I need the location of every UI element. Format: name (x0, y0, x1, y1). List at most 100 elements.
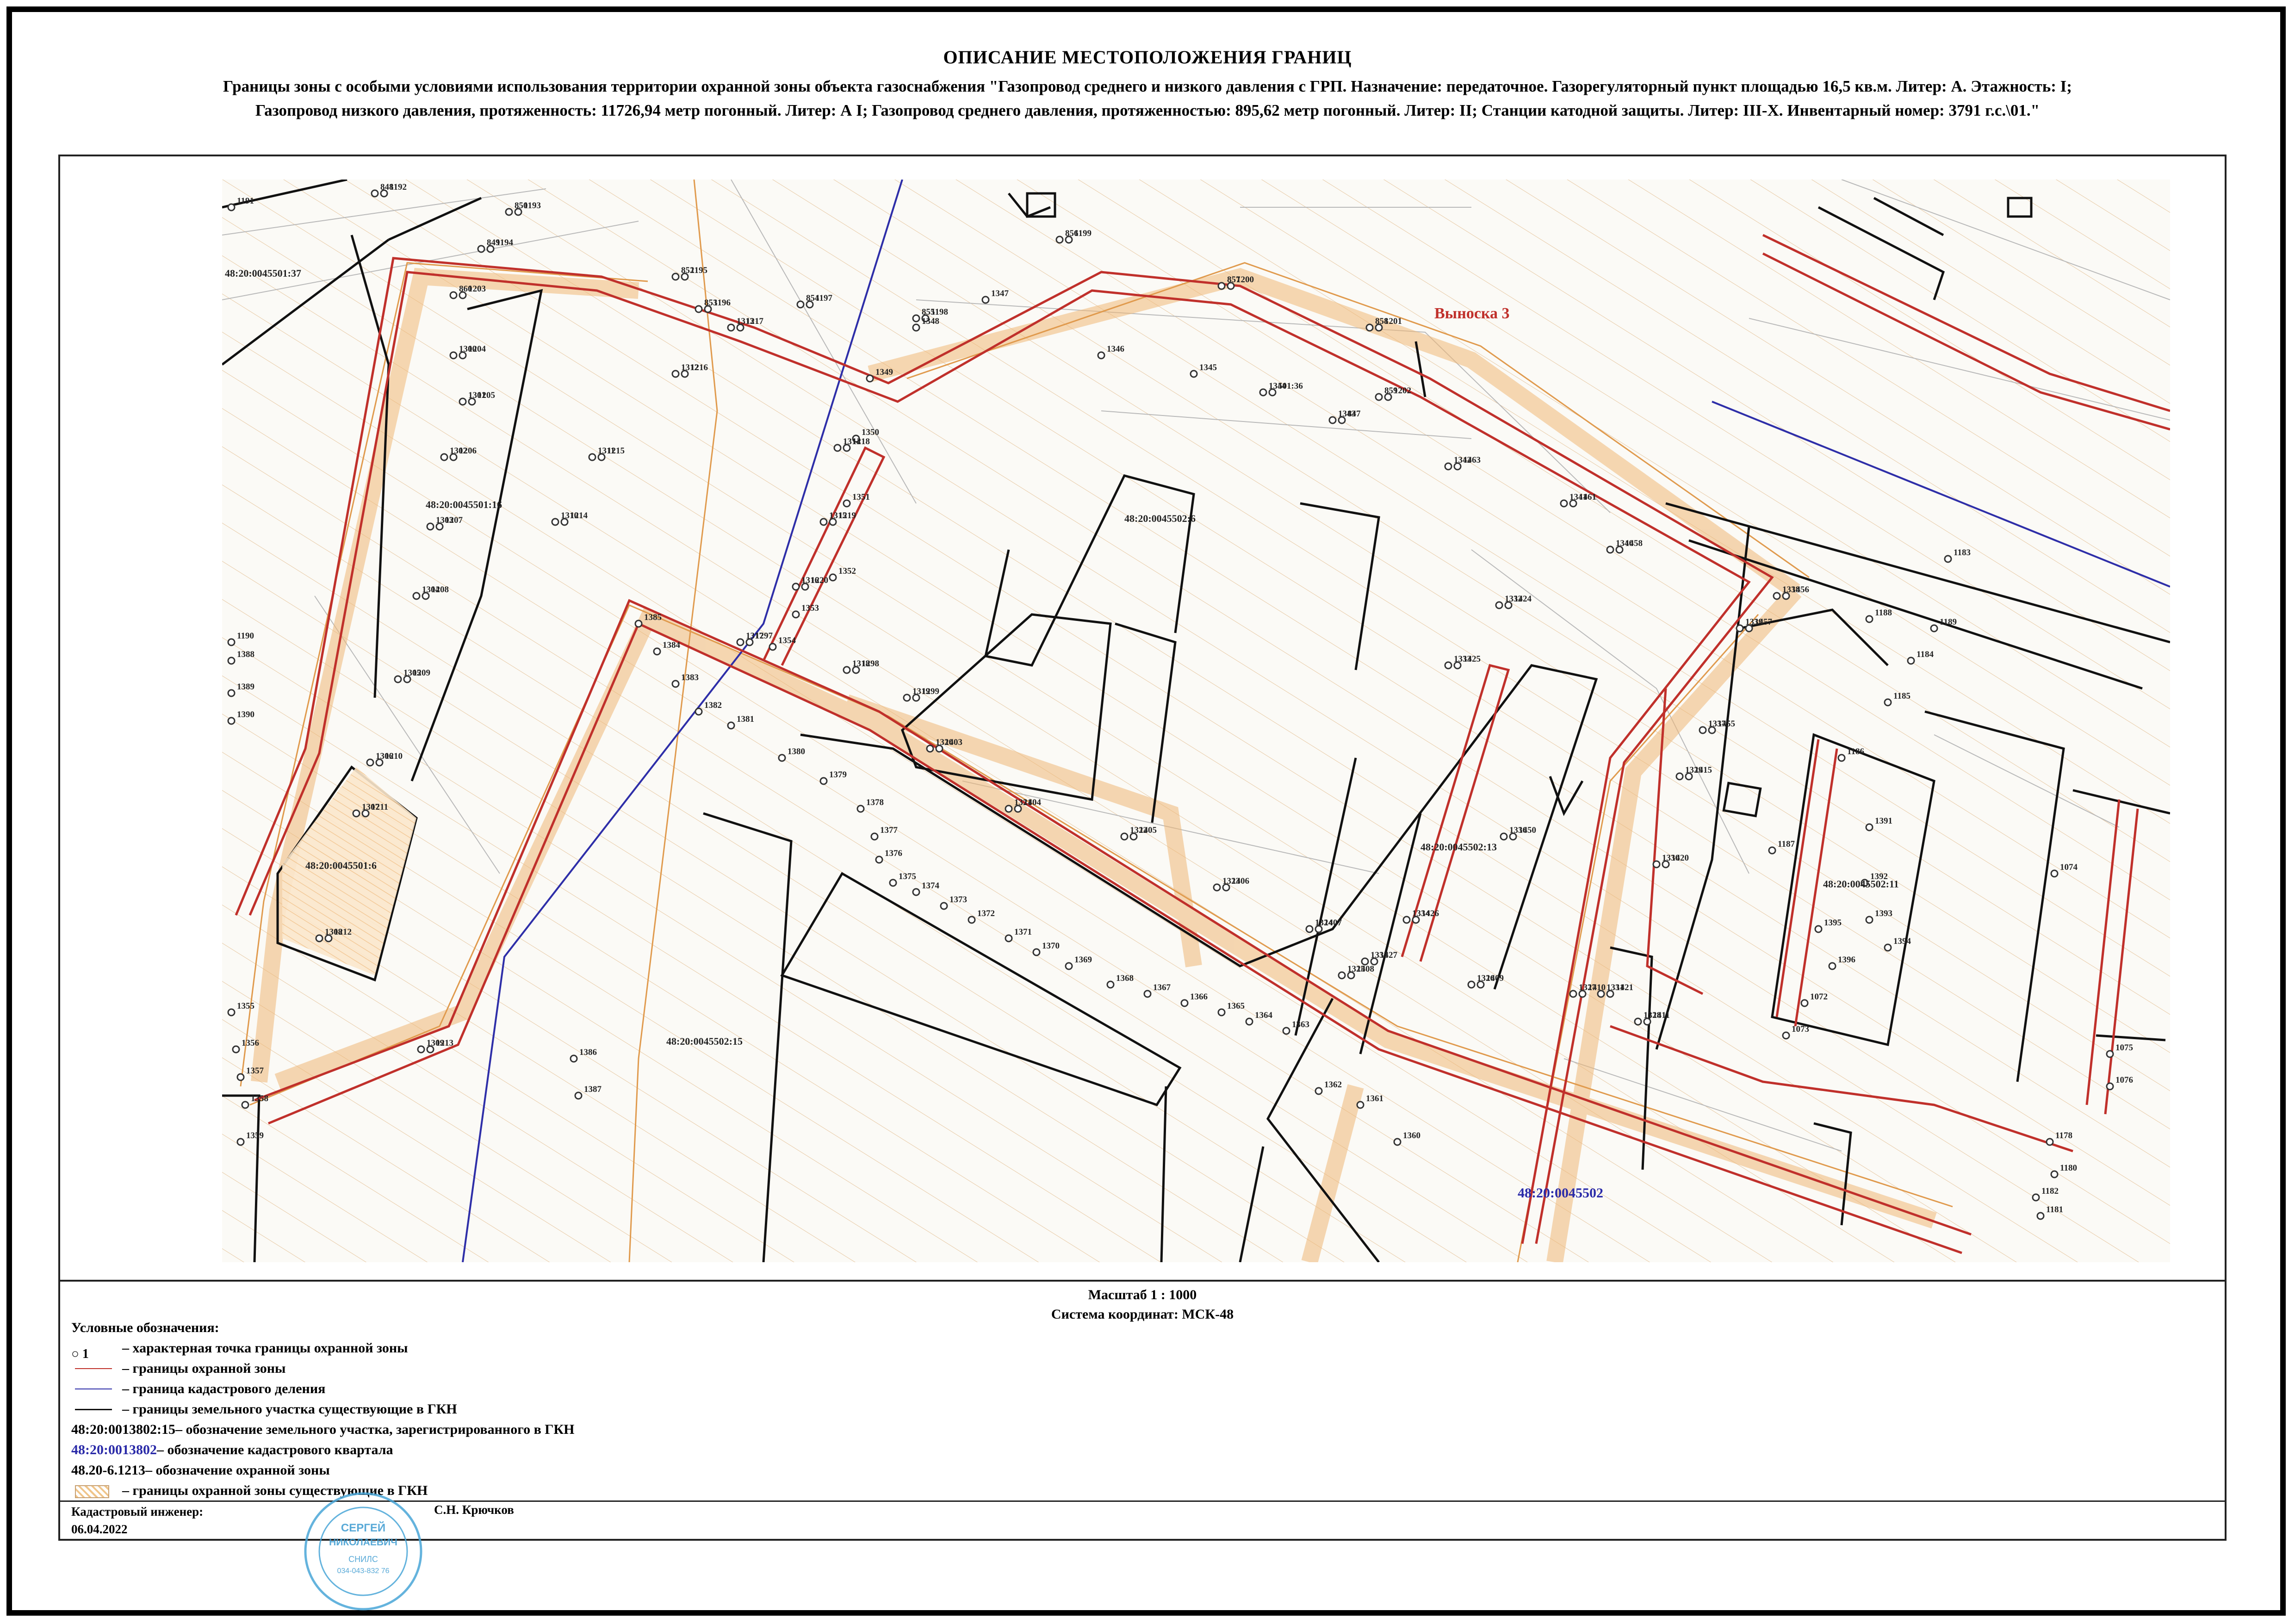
boundary-point-marker-32 (926, 744, 934, 753)
point-label-81: 1369 (1074, 955, 1092, 965)
boundary-point-marker-87 (889, 879, 897, 887)
point-label-162: 1406 (1232, 876, 1249, 886)
point-label-95: 1383 (681, 673, 699, 682)
point-label-174: 1427 (1380, 950, 1398, 960)
boundary-point-marker-99 (574, 1091, 583, 1100)
boundary-point-marker-45 (1444, 661, 1452, 669)
boundary-point-marker-29 (736, 638, 744, 646)
point-label-130: 1195 (690, 266, 707, 275)
map-background-hatching (222, 180, 2170, 1262)
boundary-point-marker-40 (1634, 1017, 1642, 1026)
point-label-88: 1376 (885, 849, 902, 858)
scale-label: Масштаб 1 : 1000 (1088, 1287, 1197, 1302)
point-label-136: 1201 (1384, 316, 1402, 326)
boundary-point-marker-34 (1120, 832, 1129, 841)
boundary-point-marker-5 (796, 300, 805, 309)
boundary-point-marker-48 (1500, 832, 1508, 841)
callout-label: Выноска 3 (1434, 305, 1509, 322)
boundary-point-marker-35 (1213, 883, 1221, 892)
boundary-point-marker-51 (1736, 624, 1744, 632)
blue-line-icon (71, 1384, 122, 1394)
point-label-172: 1425 (1463, 654, 1481, 664)
legend-row-quarter-code: 48:20:0013802 – обозначение кадастрового… (71, 1442, 393, 1457)
boundary-point-marker-102 (227, 717, 236, 725)
boundary-point-marker-111 (2050, 869, 2059, 878)
boundary-point-marker-89 (870, 832, 879, 841)
point-label-168: 1415 (1694, 765, 1712, 775)
point-label-123: 1188 (1875, 608, 1892, 618)
boundary-point-marker-0 (371, 189, 379, 198)
boundary-point-marker-120 (1884, 698, 1892, 707)
point-label-72: 1360 (1403, 1131, 1420, 1141)
boundary-point-marker-117 (2032, 1193, 2040, 1202)
svg-text:НИКОЛАЕВИЧ: НИКОЛАЕВИЧ (329, 1537, 397, 1548)
point-label-158: 1299 (922, 687, 939, 696)
legend-row-zone-code: 48.20-6.1213– обозначение охранной зоны (71, 1463, 330, 1478)
point-label-90: 1378 (866, 798, 884, 807)
boundary-point-marker-116 (2036, 1212, 2045, 1220)
boundary-point-marker-69 (236, 1073, 245, 1081)
point-label-112: 1075 (2115, 1043, 2133, 1053)
point-label-75: 1363 (1292, 1020, 1309, 1029)
engineer-role: Кадастровый инженер: (71, 1505, 204, 1519)
point-label-164: 1408 (1357, 964, 1374, 974)
point-label-96: 1384 (663, 640, 681, 650)
boundary-point-marker-73 (1356, 1101, 1365, 1109)
boundary-point-marker-55 (1328, 416, 1337, 424)
boundary-point-marker-88 (875, 855, 883, 864)
boundary-point-marker-4 (695, 305, 703, 313)
point-label-102: 1390 (237, 710, 254, 719)
boundary-point-marker-118 (1944, 555, 1952, 563)
point-label-105: 1393 (1875, 909, 1892, 918)
point-label-163: 1407 (1324, 918, 1342, 928)
point-label-181: 1463 (1463, 455, 1481, 465)
boundary-point-marker-47 (1361, 957, 1369, 966)
point-label-66: 1354 (778, 636, 796, 645)
boundary-point-marker-122 (1768, 846, 1776, 855)
point-label-62: 1350 (862, 428, 879, 437)
boundary-point-marker-2 (477, 245, 485, 253)
point-label-109: 1072 (1810, 992, 1828, 1002)
boundary-point-marker-67 (227, 1008, 236, 1017)
legend-row-point: ○ 1 – характерная точка границы охранной… (71, 1340, 408, 1361)
point-label-173: 1426 (1421, 909, 1439, 918)
map-legend-divider (60, 1280, 2225, 1282)
point-label-115: 1180 (2060, 1163, 2077, 1173)
point-label-114: 1178 (2055, 1131, 2072, 1141)
boundary-point-marker-42 (1652, 860, 1661, 868)
boundary-point-marker-12 (449, 351, 458, 360)
point-label-108: 1396 (1838, 955, 1855, 965)
parcel-label-0: 48:20:0045501:37 (225, 267, 301, 279)
boundary-point-marker-100 (227, 657, 236, 665)
point-label-175: 1450 (1519, 825, 1536, 835)
point-label-132: 1197 (815, 293, 832, 303)
point-label-141: 1206 (459, 446, 477, 456)
cadastral-map[interactable]: Выноска 3 48:20:0045502 48:20:0045501:37 48… (222, 180, 2170, 1262)
point-label-166: 1410 (1588, 983, 1606, 992)
point-label-125: 1190 (237, 631, 254, 641)
boundary-point-marker-9 (1365, 323, 1374, 332)
legend-row-cadastral-division: – граница кадастрового деления (71, 1379, 574, 1399)
point-label-178: 1457 (1755, 617, 1773, 627)
point-label-91: 1379 (829, 770, 847, 780)
point-label-73: 1361 (1366, 1094, 1383, 1103)
boundary-point-marker-92 (778, 754, 786, 762)
point-label-118: 1183 (1954, 548, 1971, 558)
point-label-77: 1365 (1227, 1001, 1245, 1011)
boundary-point-marker-3 (671, 273, 680, 281)
point-label-82: 1370 (1042, 941, 1060, 951)
svg-text:СЕРГЕЙ: СЕРГЕЙ (341, 1521, 385, 1534)
map-panel: Выноска 3 48:20:0045502 48:20:0045501:37 48… (58, 155, 2227, 1611)
boundary-point-marker-26 (833, 444, 842, 452)
point-label-155: 1220 (811, 576, 828, 585)
point-label-133: 1198 (931, 307, 948, 317)
boundary-point-marker-65 (792, 610, 800, 619)
point-label-74: 1362 (1324, 1080, 1342, 1090)
point-label-139: 1204 (468, 344, 486, 354)
point-label-94: 1382 (704, 700, 722, 710)
boundary-point-marker-7 (1055, 236, 1064, 244)
boundary-point-marker-76 (1245, 1017, 1253, 1026)
signature-block: Кадастровый инженер: 06.04.2022 (71, 1503, 203, 1538)
boundary-point-marker-53 (1560, 499, 1568, 508)
boundary-point-marker-119 (1907, 657, 1915, 665)
